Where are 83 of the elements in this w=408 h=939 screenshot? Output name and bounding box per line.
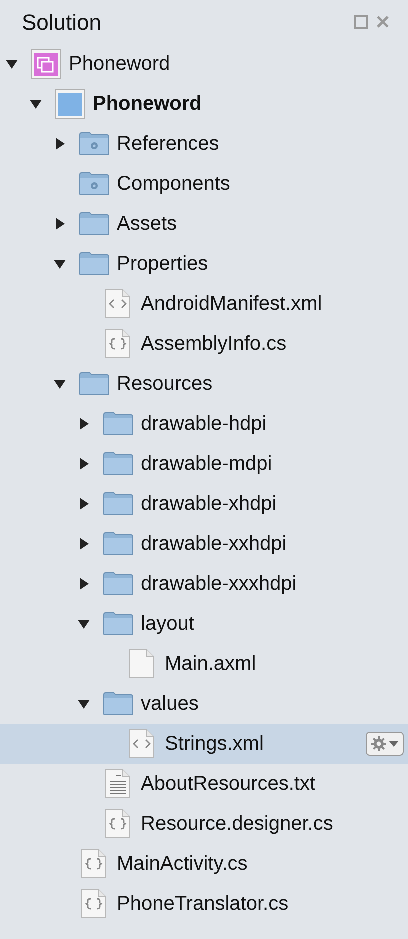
gear-folder-icon [78, 132, 110, 156]
folder-icon [78, 372, 110, 396]
tree-row[interactable]: Phoneword [0, 44, 408, 84]
tree-row[interactable]: AboutResources.txt [0, 764, 408, 804]
file-icon [129, 649, 155, 679]
item-label: AssemblyInfo.cs [141, 332, 287, 357]
folder-icon [78, 212, 110, 236]
item-label: drawable-xxxhdpi [141, 572, 297, 597]
folder-icon [102, 452, 134, 476]
collapsed-arrow-icon[interactable] [78, 458, 90, 470]
tree-row[interactable]: drawable-hdpi [0, 404, 408, 444]
item-label: drawable-xhdpi [141, 492, 277, 517]
panel-title: Solution [22, 8, 102, 36]
expanded-arrow-icon[interactable] [78, 698, 90, 710]
item-label: MainActivity.cs [117, 852, 248, 877]
gear-icon [371, 736, 387, 752]
tree-row[interactable]: Main.axml [0, 644, 408, 684]
code-file-icon [105, 329, 131, 359]
item-label: drawable-hdpi [141, 412, 267, 437]
collapsed-arrow-icon[interactable] [54, 218, 66, 230]
tree-row[interactable]: Phoneword [0, 84, 408, 124]
tree-row[interactable]: MainActivity.cs [0, 844, 408, 884]
item-label: drawable-mdpi [141, 452, 272, 477]
collapsed-arrow-icon[interactable] [78, 418, 90, 430]
gear-folder-icon [78, 172, 110, 196]
folder-icon [102, 692, 134, 716]
expanded-arrow-icon[interactable] [78, 618, 90, 630]
item-label: References [117, 132, 220, 157]
collapsed-arrow-icon[interactable] [78, 498, 90, 510]
code-file-icon [105, 809, 131, 839]
folder-icon [102, 532, 134, 556]
folder-icon [78, 252, 110, 276]
solution-icon [31, 49, 61, 79]
item-label: AndroidManifest.xml [141, 292, 322, 317]
item-label: Phoneword [69, 52, 170, 77]
project-icon [55, 89, 85, 119]
tree-row[interactable]: Strings.xml [0, 724, 408, 764]
tree-row[interactable]: Resources [0, 364, 408, 404]
xml-file-icon [105, 289, 131, 319]
options-dropdown-button[interactable] [366, 732, 404, 756]
item-label: Assets [117, 212, 178, 237]
item-label: Components [117, 172, 230, 197]
tree-row[interactable]: drawable-mdpi [0, 444, 408, 484]
tree-row[interactable]: AndroidManifest.xml [0, 284, 408, 324]
tree-row[interactable]: References [0, 124, 408, 164]
folder-icon [102, 412, 134, 436]
expanded-arrow-icon[interactable] [6, 58, 18, 70]
tree-row[interactable]: values [0, 684, 408, 724]
item-label: layout [141, 612, 194, 637]
text-file-icon [105, 769, 131, 799]
item-label: Phoneword [93, 92, 202, 117]
tree-row[interactable]: drawable-xxxhdpi [0, 564, 408, 604]
code-file-icon [81, 849, 107, 879]
item-label: Resource.designer.cs [141, 812, 334, 837]
tree-row[interactable]: drawable-xxhdpi [0, 524, 408, 564]
tree-row[interactable]: Resource.designer.cs [0, 804, 408, 844]
item-label: drawable-xxhdpi [141, 532, 287, 557]
collapsed-arrow-icon[interactable] [78, 538, 90, 550]
tree-row[interactable]: Components [0, 164, 408, 204]
folder-icon [102, 572, 134, 596]
xml-file-icon [129, 729, 155, 759]
tree-row[interactable]: Properties [0, 244, 408, 284]
tree-row[interactable]: layout [0, 604, 408, 644]
collapsed-arrow-icon[interactable] [54, 138, 66, 150]
tree-row[interactable]: PhoneTranslator.cs [0, 884, 408, 924]
item-label: PhoneTranslator.cs [117, 892, 289, 917]
item-label: Main.axml [165, 652, 256, 677]
item-label: values [141, 692, 199, 717]
tree-row[interactable]: AssemblyInfo.cs [0, 324, 408, 364]
tree-row[interactable]: drawable-xhdpi [0, 484, 408, 524]
expanded-arrow-icon[interactable] [30, 98, 42, 110]
expanded-arrow-icon[interactable] [54, 258, 66, 270]
folder-icon [102, 612, 134, 636]
item-label: Strings.xml [165, 732, 264, 757]
item-label: AboutResources.txt [141, 772, 316, 797]
tree-row[interactable]: Assets [0, 204, 408, 244]
code-file-icon [81, 889, 107, 919]
caret-icon [389, 741, 399, 747]
item-label: Properties [117, 252, 208, 277]
folder-icon [102, 492, 134, 516]
item-label: Resources [117, 372, 213, 397]
expanded-arrow-icon[interactable] [54, 378, 66, 390]
collapsed-arrow-icon[interactable] [78, 578, 90, 590]
